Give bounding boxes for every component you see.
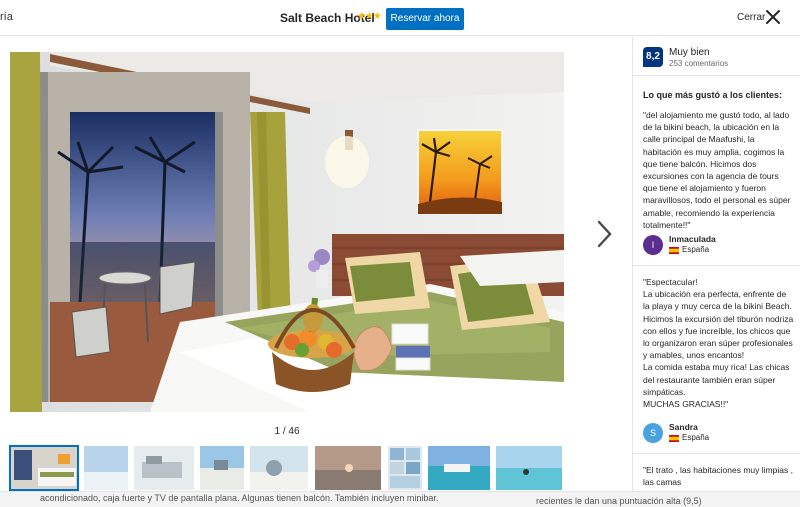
divider <box>633 265 800 266</box>
background-rating-text: recientes le dan una puntuación alta (9,… <box>536 496 702 506</box>
thumbnail-boat-image <box>134 446 194 490</box>
review-score-badge: 8,2 <box>643 47 663 67</box>
thumbnail-boats-sea[interactable] <box>428 446 490 490</box>
review-count[interactable]: 253 comentarios <box>669 59 728 68</box>
thumbnail-collage-image <box>388 446 422 490</box>
spain-flag-icon <box>669 435 679 442</box>
thumbnail-lounge-image <box>250 446 308 490</box>
reserve-now-button[interactable]: Reservar ahora <box>386 8 464 30</box>
next-photo-arrow-icon[interactable] <box>594 218 616 250</box>
thumbnail-collage[interactable] <box>388 446 422 490</box>
reviewer-inmaculada: I Inmaculada España <box>643 233 793 257</box>
avatar: I <box>643 235 663 255</box>
review-text: "El trato , las habitaciones muy limpias… <box>643 465 793 491</box>
background-page-strip: acondicionado, caja fuerte y TV de panta… <box>0 491 800 507</box>
thumbnail-shore[interactable] <box>200 446 244 490</box>
thumbnail-sunset-image <box>315 446 381 490</box>
thumbnail-boat[interactable] <box>134 446 194 490</box>
reviewer-country: España <box>682 433 710 442</box>
background-description-text: acondicionado, caja fuerte y TV de panta… <box>40 493 439 503</box>
spain-flag-icon <box>669 247 679 254</box>
thumbnail-lagoon-image <box>496 446 562 490</box>
review-text: "del alojamiento me gustó todo, al lado … <box>643 110 791 230</box>
photo-counter: 1 / 46 <box>274 426 300 437</box>
thumbnail-room-image <box>10 446 78 490</box>
close-label[interactable]: Cerrar <box>737 12 765 23</box>
thumbnail-sunset[interactable] <box>315 446 381 490</box>
reviewer-name: Inmaculada <box>669 234 716 244</box>
close-icon[interactable] <box>764 6 782 28</box>
review-score-word: Muy bien <box>669 47 710 58</box>
reviewer-name: Sandra <box>669 422 698 432</box>
reviewer-sandra: S Sandra España <box>643 421 793 445</box>
thumbnail-lounge[interactable] <box>250 446 308 490</box>
divider <box>633 75 800 76</box>
liked-heading: Lo que más gustó a los clientes: <box>643 90 783 100</box>
thumbnail-lagoon[interactable] <box>496 446 562 490</box>
thumbnail-boats-sea-image <box>428 446 490 490</box>
reviewer-country: España <box>682 245 710 254</box>
main-photo[interactable] <box>10 52 564 412</box>
thumbnail-beach-image <box>84 446 128 490</box>
thumbnail-room[interactable] <box>9 445 79 491</box>
thumbnail-beach[interactable] <box>84 446 128 490</box>
hotel-room-photo <box>10 52 564 412</box>
avatar: S <box>643 423 663 443</box>
thumbnail-shore-image <box>200 446 244 490</box>
breadcrumb-fragment: ría <box>0 11 13 23</box>
review-text: "Espectacular! La ubicación era perfecta… <box>643 277 794 410</box>
reviews-sidebar: 8,2 Muy bien 253 comentarios Lo que más … <box>632 37 800 491</box>
star-rating-icon: ★★★ <box>357 11 382 22</box>
thumbnail-strip <box>9 445 570 491</box>
modal-header: ría Salt Beach Hotel ★★★ Reservar ahora … <box>0 0 800 36</box>
divider <box>633 453 800 454</box>
